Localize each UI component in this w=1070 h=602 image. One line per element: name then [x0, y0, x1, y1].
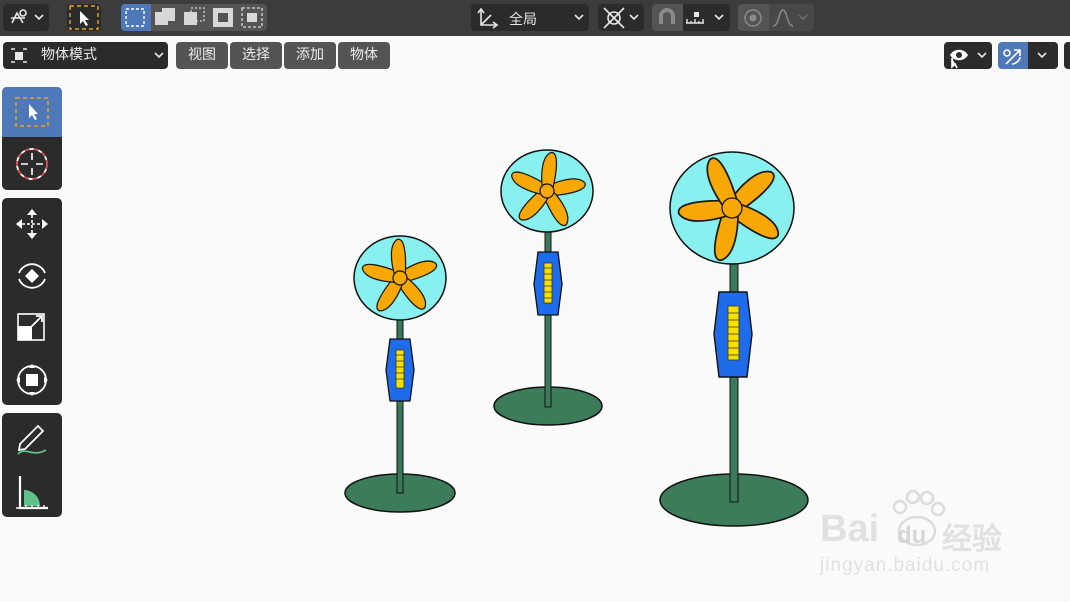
select-mode-intersect-button[interactable]: [238, 4, 267, 31]
proportional-falloff-dropdown[interactable]: [769, 4, 814, 31]
chevron-down-icon: [629, 14, 639, 21]
orientation-label: 全局: [509, 12, 537, 28]
visibility-dropdown[interactable]: [944, 42, 992, 69]
snap-increment-icon: [686, 12, 724, 24]
eye-cursor-icon: [950, 49, 987, 69]
fan-hub: [721, 197, 743, 219]
control-buttons: [395, 349, 405, 389]
menu-object[interactable]: 物体: [338, 42, 390, 69]
toolbar-group-transform: [2, 198, 62, 405]
snap-target-dropdown[interactable]: [683, 4, 730, 31]
gizmo-toggle[interactable]: [998, 42, 1028, 69]
crosshair-cursor-icon: [16, 148, 48, 180]
chevron-down-icon: [977, 52, 987, 59]
select-tweak-button[interactable]: [67, 4, 101, 31]
move-icon: [16, 209, 48, 239]
gizmo-icon: [1003, 49, 1021, 65]
watermark-brand-cn: 经验: [942, 522, 1002, 557]
fan-hub: [392, 270, 408, 286]
select-extend-icon: [155, 8, 175, 25]
fan-hub: [539, 183, 555, 199]
measure-tool[interactable]: [2, 465, 62, 515]
chevron-down-icon: [1037, 52, 1047, 59]
select-mode-subtract-button[interactable]: [180, 4, 209, 31]
watermark-url: jingyan.baidu.com: [820, 555, 991, 576]
3d-viewport-icon: [11, 9, 44, 24]
top-header: 全局: [0, 0, 1070, 36]
select-mode-extend-button[interactable]: [151, 4, 180, 31]
chevron-down-icon: [574, 14, 584, 21]
cursor-tool[interactable]: [2, 138, 62, 188]
toolbar-group-select: [2, 87, 62, 190]
menu-view[interactable]: 视图: [176, 42, 228, 69]
watermark-brand-du: du: [897, 522, 927, 549]
move-tool[interactable]: [2, 198, 62, 248]
transform-icon: [16, 364, 48, 396]
chevron-down-icon: [714, 14, 724, 21]
gizmo-dropdown[interactable]: [1028, 42, 1058, 69]
fan-small[interactable]: [344, 235, 456, 513]
select-mode-invert-button[interactable]: [209, 4, 238, 31]
rotate-tool[interactable]: [2, 250, 62, 300]
scale-icon: [17, 313, 45, 341]
overlay-dropdown-edge[interactable]: [1064, 42, 1070, 69]
menu-select[interactable]: 选择: [230, 42, 282, 69]
transform-orientation-dropdown[interactable]: 全局: [471, 4, 589, 31]
toolbar-group-annotate: [2, 413, 62, 517]
viewport-header: 物体模式 视图 选择 添加 物体: [0, 36, 1070, 76]
annotate-pencil-icon: [17, 424, 47, 455]
scale-tool[interactable]: [2, 302, 62, 352]
watermark-brand: Bai: [820, 508, 880, 550]
control-buttons: [727, 305, 740, 361]
falloff-curve-icon: [772, 9, 808, 27]
pivot-point-icon: [603, 7, 639, 29]
select-invert-icon: [213, 8, 233, 27]
proportional-edit-toggle[interactable]: [738, 4, 769, 31]
transform-tool[interactable]: [2, 354, 62, 404]
select-intersect-icon: [241, 7, 263, 28]
mode-dropdown[interactable]: 物体模式: [3, 42, 168, 69]
select-box-tool[interactable]: [2, 87, 62, 137]
proportional-edit-icon: [744, 9, 762, 27]
select-box-icon: [15, 97, 49, 127]
mode-label: 物体模式: [41, 47, 97, 63]
chevron-down-icon: [34, 14, 44, 21]
fan-medium[interactable]: [493, 149, 603, 426]
select-subtract-icon: [184, 7, 205, 25]
chevron-down-icon: [154, 52, 164, 59]
annotate-tool[interactable]: [2, 413, 62, 463]
menu-add[interactable]: 添加: [284, 42, 336, 69]
select-tweak-icon: [69, 5, 99, 30]
control-buttons: [543, 262, 553, 304]
editor-type-button[interactable]: [3, 4, 49, 31]
select-mode-new-button[interactable]: [121, 4, 151, 31]
snap-toggle[interactable]: [652, 4, 683, 31]
measure-ruler-icon: [16, 476, 48, 510]
chevron-down-icon: [798, 14, 808, 21]
select-new-icon: [125, 8, 145, 27]
fan-large[interactable]: [659, 151, 809, 527]
magnet-icon: [659, 8, 675, 24]
pivot-point-dropdown[interactable]: [598, 4, 644, 31]
rotate-icon: [18, 263, 46, 289]
